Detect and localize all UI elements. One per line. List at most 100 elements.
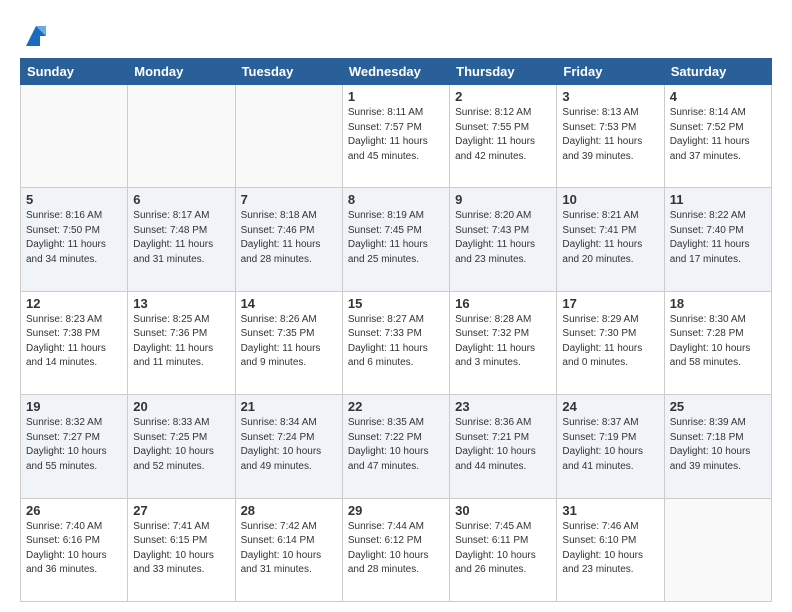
calendar-cell: 20 Sunrise: 8:33 AM Sunset: 7:25 PM Dayli…	[128, 395, 235, 498]
day-number: 5	[26, 192, 122, 207]
weekday-header-friday: Friday	[557, 59, 664, 85]
weekday-header-wednesday: Wednesday	[342, 59, 449, 85]
calendar-cell: 29 Sunrise: 7:44 AM Sunset: 6:12 PM Dayli…	[342, 498, 449, 601]
calendar-week-row: 1 Sunrise: 8:11 AM Sunset: 7:57 PM Daylig…	[21, 85, 772, 188]
day-info: Sunrise: 8:35 AM Sunset: 7:22 PM Dayligh…	[348, 416, 444, 474]
weekday-header-row: SundayMondayTuesdayWednesdayThursdayFrid…	[21, 59, 772, 85]
day-info: Sunrise: 8:39 AM Sunset: 7:18 PM Dayligh…	[670, 416, 766, 474]
day-info: Sunrise: 8:37 AM Sunset: 7:19 PM Dayligh…	[562, 416, 658, 474]
calendar-week-row: 26 Sunrise: 7:40 AM Sunset: 6:16 PM Dayli…	[21, 498, 772, 601]
day-info: Sunrise: 8:27 AM Sunset: 7:33 PM Dayligh…	[348, 313, 444, 371]
day-number: 26	[26, 503, 122, 518]
calendar-cell: 25Sunrise: 8:39 AM Sunset: 7:18 PM Dayli…	[664, 395, 771, 498]
calendar-cell: 12 Sunrise: 8:23 AM Sunset: 7:38 PM Dayli…	[21, 291, 128, 394]
day-info: Sunrise: 8:12 AM Sunset: 7:55 PM Dayligh…	[455, 106, 551, 164]
day-number: 6	[133, 192, 229, 207]
calendar-cell	[664, 498, 771, 601]
day-number: 12	[26, 296, 122, 311]
day-info: Sunrise: 8:26 AM Sunset: 7:35 PM Dayligh…	[241, 313, 337, 371]
day-number: 18	[670, 296, 766, 311]
calendar-cell: 8Sunrise: 8:19 AM Sunset: 7:45 PM Daylig…	[342, 188, 449, 291]
calendar-cell: 31 Sunrise: 7:46 AM Sunset: 6:10 PM Dayli…	[557, 498, 664, 601]
day-number: 14	[241, 296, 337, 311]
calendar-cell: 17 Sunrise: 8:29 AM Sunset: 7:30 PM Dayli…	[557, 291, 664, 394]
calendar-cell: 16 Sunrise: 8:28 AM Sunset: 7:32 PM Dayli…	[450, 291, 557, 394]
calendar-cell	[128, 85, 235, 188]
day-info: Sunrise: 7:44 AM Sunset: 6:12 PM Dayligh…	[348, 520, 444, 578]
day-info: Sunrise: 8:32 AM Sunset: 7:27 PM Dayligh…	[26, 416, 122, 474]
day-number: 20	[133, 399, 229, 414]
day-info: Sunrise: 8:21 AM Sunset: 7:41 PM Dayligh…	[562, 209, 658, 267]
calendar-cell: 24 Sunrise: 8:37 AM Sunset: 7:19 PM Dayli…	[557, 395, 664, 498]
header	[20, 18, 772, 50]
calendar-table: SundayMondayTuesdayWednesdayThursdayFrid…	[20, 58, 772, 602]
day-number: 24	[562, 399, 658, 414]
day-info: Sunrise: 7:46 AM Sunset: 6:10 PM Dayligh…	[562, 520, 658, 578]
calendar-cell: 27 Sunrise: 7:41 AM Sunset: 6:15 PM Dayli…	[128, 498, 235, 601]
day-number: 23	[455, 399, 551, 414]
calendar-cell: 11 Sunrise: 8:22 AM Sunset: 7:40 PM Dayli…	[664, 188, 771, 291]
day-info: Sunrise: 8:17 AM Sunset: 7:48 PM Dayligh…	[133, 209, 229, 267]
day-number: 7	[241, 192, 337, 207]
day-info: Sunrise: 8:18 AM Sunset: 7:46 PM Dayligh…	[241, 209, 337, 267]
day-number: 9	[455, 192, 551, 207]
day-info: Sunrise: 8:28 AM Sunset: 7:32 PM Dayligh…	[455, 313, 551, 371]
day-number: 8	[348, 192, 444, 207]
calendar-cell: 14 Sunrise: 8:26 AM Sunset: 7:35 PM Dayli…	[235, 291, 342, 394]
day-info: Sunrise: 8:34 AM Sunset: 7:24 PM Dayligh…	[241, 416, 337, 474]
day-number: 27	[133, 503, 229, 518]
day-info: Sunrise: 8:14 AM Sunset: 7:52 PM Dayligh…	[670, 106, 766, 164]
day-number: 15	[348, 296, 444, 311]
weekday-header-thursday: Thursday	[450, 59, 557, 85]
calendar-cell: 18 Sunrise: 8:30 AM Sunset: 7:28 PM Dayli…	[664, 291, 771, 394]
day-number: 19	[26, 399, 122, 414]
day-info: Sunrise: 7:40 AM Sunset: 6:16 PM Dayligh…	[26, 520, 122, 578]
day-number: 16	[455, 296, 551, 311]
day-info: Sunrise: 8:22 AM Sunset: 7:40 PM Dayligh…	[670, 209, 766, 267]
calendar-cell: 26 Sunrise: 7:40 AM Sunset: 6:16 PM Dayli…	[21, 498, 128, 601]
day-number: 13	[133, 296, 229, 311]
calendar-cell: 2Sunrise: 8:12 AM Sunset: 7:55 PM Daylig…	[450, 85, 557, 188]
calendar-cell: 13Sunrise: 8:25 AM Sunset: 7:36 PM Dayli…	[128, 291, 235, 394]
calendar-week-row: 19 Sunrise: 8:32 AM Sunset: 7:27 PM Dayli…	[21, 395, 772, 498]
calendar-cell: 6 Sunrise: 8:17 AM Sunset: 7:48 PM Daylig…	[128, 188, 235, 291]
day-number: 28	[241, 503, 337, 518]
day-number: 11	[670, 192, 766, 207]
day-number: 30	[455, 503, 551, 518]
calendar-cell: 9 Sunrise: 8:20 AM Sunset: 7:43 PM Daylig…	[450, 188, 557, 291]
day-number: 31	[562, 503, 658, 518]
day-number: 29	[348, 503, 444, 518]
day-info: Sunrise: 8:23 AM Sunset: 7:38 PM Dayligh…	[26, 313, 122, 371]
calendar-cell: 30 Sunrise: 7:45 AM Sunset: 6:11 PM Dayli…	[450, 498, 557, 601]
weekday-header-tuesday: Tuesday	[235, 59, 342, 85]
day-info: Sunrise: 8:36 AM Sunset: 7:21 PM Dayligh…	[455, 416, 551, 474]
day-number: 10	[562, 192, 658, 207]
calendar-cell: 3 Sunrise: 8:13 AM Sunset: 7:53 PM Daylig…	[557, 85, 664, 188]
day-info: Sunrise: 8:33 AM Sunset: 7:25 PM Dayligh…	[133, 416, 229, 474]
calendar-week-row: 12 Sunrise: 8:23 AM Sunset: 7:38 PM Dayli…	[21, 291, 772, 394]
day-number: 21	[241, 399, 337, 414]
calendar-cell	[235, 85, 342, 188]
day-info: Sunrise: 7:45 AM Sunset: 6:11 PM Dayligh…	[455, 520, 551, 578]
calendar-cell: 23 Sunrise: 8:36 AM Sunset: 7:21 PM Dayli…	[450, 395, 557, 498]
calendar-week-row: 5Sunrise: 8:16 AM Sunset: 7:50 PM Daylig…	[21, 188, 772, 291]
calendar-cell: 19 Sunrise: 8:32 AM Sunset: 7:27 PM Dayli…	[21, 395, 128, 498]
day-number: 3	[562, 89, 658, 104]
day-info: Sunrise: 8:11 AM Sunset: 7:57 PM Dayligh…	[348, 106, 444, 164]
logo	[20, 22, 50, 50]
calendar-cell: 5Sunrise: 8:16 AM Sunset: 7:50 PM Daylig…	[21, 188, 128, 291]
day-info: Sunrise: 8:20 AM Sunset: 7:43 PM Dayligh…	[455, 209, 551, 267]
day-info: Sunrise: 8:29 AM Sunset: 7:30 PM Dayligh…	[562, 313, 658, 371]
calendar-cell: 4 Sunrise: 8:14 AM Sunset: 7:52 PM Daylig…	[664, 85, 771, 188]
logo-icon	[22, 22, 50, 50]
day-info: Sunrise: 8:13 AM Sunset: 7:53 PM Dayligh…	[562, 106, 658, 164]
calendar-cell: 22Sunrise: 8:35 AM Sunset: 7:22 PM Dayli…	[342, 395, 449, 498]
day-number: 1	[348, 89, 444, 104]
weekday-header-sunday: Sunday	[21, 59, 128, 85]
day-number: 4	[670, 89, 766, 104]
day-number: 17	[562, 296, 658, 311]
day-info: Sunrise: 8:30 AM Sunset: 7:28 PM Dayligh…	[670, 313, 766, 371]
day-info: Sunrise: 7:41 AM Sunset: 6:15 PM Dayligh…	[133, 520, 229, 578]
calendar-cell: 1 Sunrise: 8:11 AM Sunset: 7:57 PM Daylig…	[342, 85, 449, 188]
calendar-cell: 21 Sunrise: 8:34 AM Sunset: 7:24 PM Dayli…	[235, 395, 342, 498]
